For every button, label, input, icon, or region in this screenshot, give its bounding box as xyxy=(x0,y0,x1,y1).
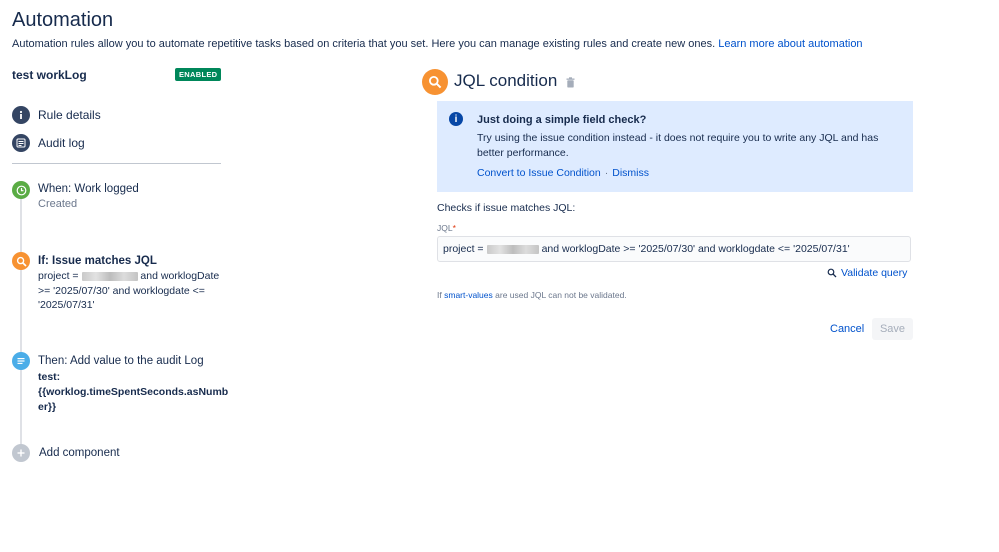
jql-label-text: JQL xyxy=(437,223,453,233)
checks-label: Checks if issue matches JQL: xyxy=(437,202,576,214)
condition-line1-pre: project = xyxy=(38,270,79,282)
trigger-subtitle: Created xyxy=(38,198,78,210)
redacted-project xyxy=(486,244,539,254)
jql-text-pre: project = xyxy=(443,243,484,255)
condition-step[interactable]: If: Issue matches JQL project = and work… xyxy=(12,252,223,313)
nav-rule-details-label: Rule details xyxy=(38,108,101,122)
list-icon xyxy=(12,352,30,370)
nav-audit-log[interactable]: Audit log xyxy=(12,134,85,152)
note-pre: If xyxy=(437,290,442,300)
info-icon xyxy=(12,106,30,124)
condition-body: project = and worklogDate >= '2025/07/30… xyxy=(38,269,223,313)
intro-text: Automation rules allow you to automate r… xyxy=(12,38,716,50)
action-line3: er}} xyxy=(38,401,57,413)
search-icon xyxy=(12,252,30,270)
jql-label: JQL* xyxy=(437,223,456,233)
action-title: Then: Add value to the audit Log xyxy=(38,355,204,367)
condition-title: If: Issue matches JQL xyxy=(38,255,157,267)
redacted-project xyxy=(81,271,138,281)
cancel-button[interactable]: Cancel xyxy=(826,319,868,339)
info-icon: i xyxy=(449,112,463,126)
dismiss-link[interactable]: Dismiss xyxy=(612,167,649,179)
trash-icon[interactable] xyxy=(566,75,575,93)
smart-values-link[interactable]: smart-values xyxy=(444,290,493,300)
clock-icon xyxy=(12,181,30,199)
validate-query-button[interactable]: Validate query xyxy=(827,267,907,279)
learn-more-link[interactable]: Learn more about automation xyxy=(718,38,862,50)
status-badge: ENABLED xyxy=(175,68,222,81)
plus-icon xyxy=(12,444,30,462)
search-icon xyxy=(827,268,837,278)
add-component-label: Add component xyxy=(39,447,120,459)
trigger-title: When: Work logged xyxy=(38,183,139,195)
page-title: Automation xyxy=(12,9,114,31)
info-body: Try using the issue condition instead - … xyxy=(477,132,879,159)
page-intro: Automation rules allow you to automate r… xyxy=(12,38,863,50)
info-title: Just doing a simple field check? xyxy=(477,114,647,126)
search-icon xyxy=(422,69,448,95)
info-actions: Convert to Issue Condition · Dismiss xyxy=(477,167,649,179)
editor-title: JQL condition xyxy=(454,71,558,90)
nav-audit-log-label: Audit log xyxy=(38,136,85,150)
action-step[interactable]: Then: Add value to the audit Log test: {… xyxy=(12,352,228,415)
jql-input[interactable]: project = and worklogDate >= '2025/07/30… xyxy=(437,236,911,262)
convert-link[interactable]: Convert to Issue Condition xyxy=(477,167,601,179)
save-button[interactable]: Save xyxy=(872,318,913,340)
divider xyxy=(12,163,221,164)
trigger-step[interactable]: When: Work logged Created xyxy=(12,181,139,210)
condition-line3: '2025/07/31' xyxy=(38,299,95,311)
action-body: test: {{worklog.timeSpentSeconds.asNumb … xyxy=(38,370,228,415)
note-post: are used JQL can not be validated. xyxy=(495,290,627,300)
smart-values-note: If smart-values are used JQL can not be … xyxy=(437,290,627,300)
validate-query-label: Validate query xyxy=(841,267,908,279)
rule-name: test workLog xyxy=(12,68,87,82)
list-icon xyxy=(12,134,30,152)
condition-line2: >= '2025/07/30' and worklogdate <= xyxy=(38,284,205,297)
action-line1: test: xyxy=(38,371,61,383)
action-line2: {{worklog.timeSpentSeconds.asNumb xyxy=(38,386,229,398)
condition-line1-post: and worklogDate xyxy=(140,270,220,282)
add-component-button[interactable]: Add component xyxy=(12,444,120,462)
nav-rule-details[interactable]: Rule details xyxy=(12,106,101,124)
jql-text-post: and worklogDate >= '2025/07/30' and work… xyxy=(541,243,850,255)
